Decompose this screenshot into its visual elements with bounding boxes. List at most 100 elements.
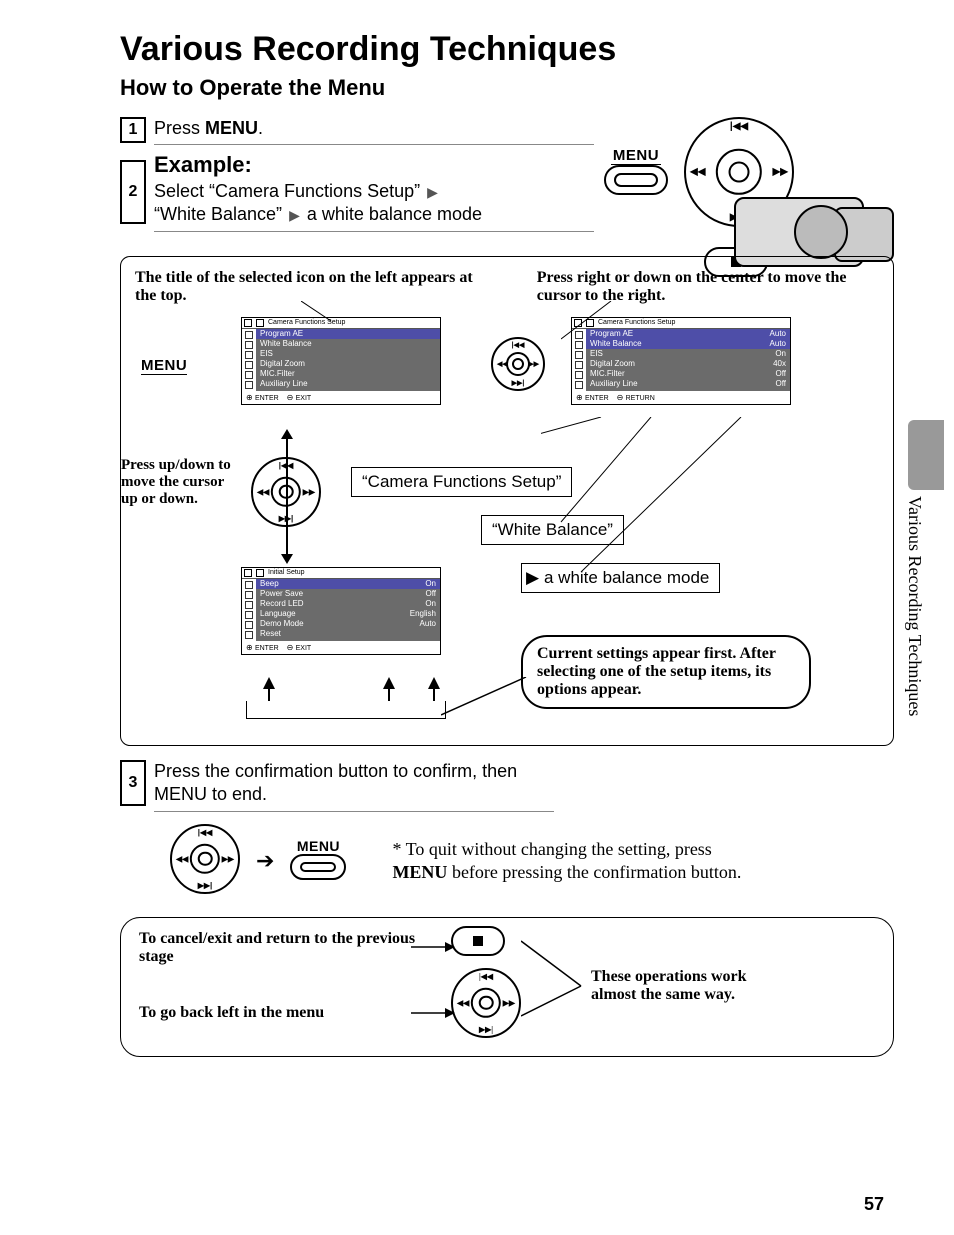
step1-pre: Press — [154, 118, 205, 138]
rewind-icon: ◀◀ — [497, 360, 508, 368]
menu-label-diagram: MENU — [141, 357, 187, 375]
screen-icon-column — [242, 329, 256, 391]
menu-item: Program AE — [256, 329, 440, 339]
connector-lines — [541, 417, 821, 617]
diagram-box: The title of the selected icon on the le… — [120, 256, 894, 746]
menu-item: Power SaveOff — [256, 589, 440, 599]
bracket-right — [521, 936, 601, 1036]
step-1: 1 Press MENU. — [120, 117, 594, 145]
callout-camera-functions: “Camera Functions Setup” — [351, 467, 572, 497]
menu-screen-3: Initial Setup BeepOn Power SaveOff Recor… — [241, 567, 441, 655]
connector-line-right — [561, 301, 621, 341]
prev-track-icon: |◀◀ — [512, 341, 525, 349]
next-track-icon: ▶▶| — [512, 379, 525, 387]
footer-enter: ENTER — [246, 393, 279, 402]
menu-screen-1: Camera Functions Setup Program AE White … — [241, 317, 441, 405]
joystick-graphic: |◀◀ ▶▶| ◀◀ ▶▶ — [170, 824, 240, 894]
joystick-graphic: |◀◀ ▶▶| ◀◀ ▶▶ — [451, 968, 521, 1038]
bubble-connector — [441, 677, 531, 717]
next-track-icon: ▶▶| — [198, 881, 213, 890]
menu-item: Digital Zoom40x — [586, 359, 790, 369]
step1-post: . — [258, 118, 263, 138]
step-number-2: 2 — [120, 160, 146, 224]
prev-track-icon: |◀◀ — [479, 972, 493, 981]
menu-item: White Balance — [256, 339, 440, 349]
tip-cancel: To cancel/exit and return to the previou… — [139, 930, 419, 966]
menu-label-bottom: MENU — [290, 838, 346, 854]
tab-icon — [256, 319, 264, 327]
tab-icon — [244, 569, 252, 577]
tab-icon — [256, 569, 264, 577]
menu-item: Auxiliary LineOff — [586, 379, 790, 389]
example-heading: Example: — [154, 151, 594, 180]
step-2-body: Example: Select “Camera Functions Setup”… — [154, 151, 594, 231]
quit-note: * To quit without changing the setting, … — [392, 838, 762, 885]
menu-item: MIC.Filter — [256, 369, 440, 379]
rewind-icon: ◀◀ — [690, 167, 705, 178]
bracket — [246, 701, 446, 719]
step-2: 2 Example: Select “Camera Functions Setu… — [120, 151, 594, 231]
triangle-icon: ▶ — [289, 207, 300, 223]
ff-icon: ▶▶ — [222, 854, 234, 863]
arrow-right-icon: ➔ — [256, 848, 274, 874]
footer-exit: EXIT — [287, 393, 312, 402]
menu-button-graphic — [604, 165, 668, 195]
side-tab-text: Various Recording Techniques — [904, 496, 925, 716]
menu-item: EISOn — [586, 349, 790, 359]
step1-bold: MENU — [205, 118, 258, 138]
left-note: Press up/down to move the cursor up or d… — [121, 457, 241, 508]
footer-exit: EXIT — [287, 643, 312, 652]
step2-line2a: “White Balance” — [154, 204, 282, 224]
footer-enter: ENTER — [576, 393, 609, 402]
triangle-icon: ▶ — [427, 184, 438, 200]
joystick-graphic-small: |◀◀ ▶▶| ◀◀ ▶▶ — [491, 337, 545, 391]
step-number-3: 3 — [120, 760, 146, 806]
menu-item: EIS — [256, 349, 440, 359]
page-title: Various Recording Techniques — [120, 30, 894, 69]
step-3: 3 Press the confirmation button to confi… — [120, 760, 894, 812]
menu-item: Reset — [256, 629, 440, 639]
step-1-body: Press MENU. — [154, 117, 594, 145]
ff-icon: ▶▶ — [303, 487, 315, 496]
step2-line2b: a white balance mode — [307, 204, 482, 224]
menu-item: Digital Zoom — [256, 359, 440, 369]
menu-item: Demo ModeAuto — [256, 619, 440, 629]
stop-button-graphic — [451, 926, 505, 956]
bottom-tips-box: To cancel/exit and return to the previou… — [120, 917, 894, 1057]
controls-illustration: MENU |◀◀ ▶▶| ◀◀ ▶▶ — [594, 117, 894, 238]
page-number: 57 — [864, 1194, 884, 1215]
rewind-icon: ◀◀ — [176, 854, 188, 863]
menu-button-graphic — [290, 854, 346, 880]
footer-return: RETURN — [617, 393, 655, 402]
connector-line-left — [301, 301, 341, 323]
ff-icon: ▶▶ — [773, 167, 788, 178]
menu-item: BeepOn — [256, 579, 440, 589]
diagram-note-right: Press right or down on the center to mov… — [537, 269, 879, 305]
next-track-icon: ▶▶| — [479, 1025, 493, 1034]
screen3-title: Initial Setup — [268, 569, 305, 576]
menu-item: Auxiliary Line — [256, 379, 440, 389]
up-arrows — [259, 677, 449, 701]
rewind-icon: ◀◀ — [457, 998, 469, 1007]
step2-line1: Select “Camera Functions Setup” — [154, 181, 420, 201]
footer-enter: ENTER — [246, 643, 279, 652]
arrow-to-stop — [411, 942, 455, 952]
page-subtitle: How to Operate the Menu — [120, 75, 894, 101]
menu-item: LanguageEnglish — [256, 609, 440, 619]
menu-item: Record LEDOn — [256, 599, 440, 609]
rewind-icon: ◀◀ — [257, 487, 269, 496]
ff-icon: ▶▶ — [528, 360, 539, 368]
side-tab-marker — [908, 420, 944, 490]
tip-back: To go back left in the menu — [139, 1004, 419, 1022]
prev-track-icon: |◀◀ — [198, 828, 213, 837]
menu-label-top: MENU — [611, 147, 661, 165]
diagram-note-left: The title of the selected icon on the le… — [135, 269, 477, 305]
menu-item: MIC.FilterOff — [586, 369, 790, 379]
ff-icon: ▶▶ — [503, 998, 515, 1007]
step-3-body: Press the confirmation button to confirm… — [154, 760, 554, 812]
tab-icon — [244, 319, 252, 327]
vertical-double-arrow — [281, 429, 293, 564]
prev-track-icon: |◀◀ — [730, 121, 748, 132]
screen-icon-column — [242, 579, 256, 641]
triangle-icon: ▶ — [526, 568, 539, 588]
